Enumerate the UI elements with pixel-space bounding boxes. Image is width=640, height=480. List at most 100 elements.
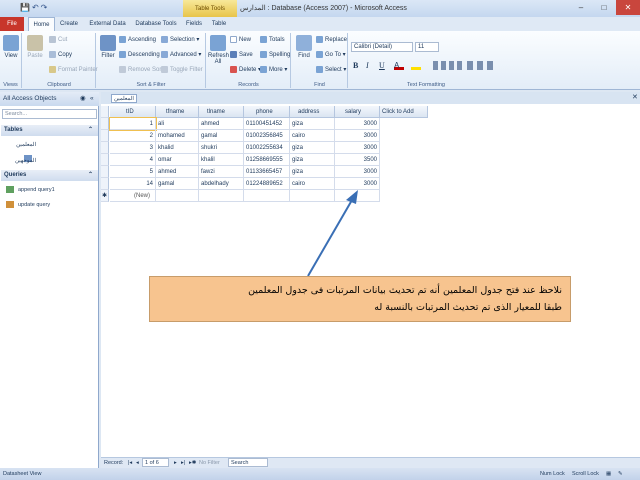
nav-table-item[interactable]: الموجهين bbox=[6, 154, 36, 179]
table-cell[interactable]: khalid bbox=[156, 142, 199, 154]
nav-query-item[interactable]: update query bbox=[6, 198, 50, 212]
new-record-nav-button[interactable]: ▸✱ bbox=[189, 458, 196, 468]
toggle-filter-button[interactable]: Toggle Filter bbox=[161, 66, 203, 73]
tab-table[interactable]: Table bbox=[208, 17, 230, 31]
design-view-icon[interactable]: ✎ bbox=[618, 468, 623, 480]
collapse-icon[interactable]: « bbox=[90, 92, 94, 106]
italic-button[interactable]: I bbox=[366, 61, 369, 70]
table-cell[interactable]: 01002356845 bbox=[244, 130, 290, 142]
view-button[interactable]: View bbox=[2, 35, 20, 59]
replace-button[interactable]: Replace bbox=[316, 36, 347, 43]
nav-header[interactable]: All Access Objects ◉ « bbox=[0, 92, 99, 106]
delete-record-button[interactable]: Delete ▾ bbox=[230, 66, 261, 73]
close-button[interactable]: ✕ bbox=[616, 0, 640, 15]
selection-button[interactable]: Selection ▾ bbox=[161, 36, 199, 43]
paste-button[interactable]: Paste bbox=[25, 35, 45, 59]
column-header[interactable]: salary bbox=[335, 106, 380, 118]
column-header[interactable]: address bbox=[290, 106, 335, 118]
table-cell[interactable]: ahmed bbox=[156, 166, 199, 178]
table-cell[interactable]: giza bbox=[290, 154, 335, 166]
copy-button[interactable]: Copy bbox=[49, 51, 72, 58]
table-cell[interactable] bbox=[199, 190, 244, 202]
nav-section-queries[interactable]: Queries ⌃ bbox=[1, 170, 98, 181]
tab-external-data[interactable]: External Data bbox=[85, 17, 130, 31]
nav-search-input[interactable]: Search... bbox=[2, 109, 97, 119]
filter-button[interactable]: Filter bbox=[99, 35, 117, 59]
table-cell[interactable]: gamal bbox=[156, 178, 199, 190]
row-selector[interactable] bbox=[101, 166, 109, 178]
table-cell[interactable]: 01224889652 bbox=[244, 178, 290, 190]
datasheet-view-icon[interactable]: ▦ bbox=[606, 468, 611, 480]
highlight-icon[interactable] bbox=[411, 61, 421, 70]
quick-access-toolbar[interactable]: 💾↶↷ bbox=[20, 3, 49, 12]
table-cell[interactable]: cairo bbox=[290, 130, 335, 142]
nav-query-item[interactable]: append query1 bbox=[6, 183, 55, 197]
remove-sort-button[interactable]: Remove Sort bbox=[119, 66, 163, 73]
table-cell[interactable]: 3 bbox=[110, 142, 156, 154]
no-filter-button[interactable]: No Filter bbox=[199, 458, 220, 468]
table-cell[interactable]: 3000 bbox=[335, 142, 380, 154]
table-cell[interactable]: giza bbox=[290, 118, 335, 130]
refresh-all-button[interactable]: Refresh All bbox=[208, 35, 229, 65]
table-cell[interactable] bbox=[244, 190, 290, 202]
new-row-cell[interactable]: (New) bbox=[110, 190, 156, 202]
nav-section-tables[interactable]: Tables ⌃ bbox=[1, 125, 98, 136]
font-name-select[interactable]: Calibri (Detail) bbox=[351, 42, 413, 52]
table-cell[interactable]: ali bbox=[156, 118, 199, 130]
format-painter-button[interactable]: Format Painter bbox=[49, 66, 98, 73]
table-cell[interactable]: 3500 bbox=[335, 154, 380, 166]
font-size-select[interactable]: 11 bbox=[415, 42, 439, 52]
save-record-button[interactable]: Save bbox=[230, 51, 253, 58]
maximize-button[interactable]: □ bbox=[593, 0, 615, 15]
column-header[interactable]: tID bbox=[110, 106, 156, 118]
table-cell[interactable]: 01002255634 bbox=[244, 142, 290, 154]
table-row[interactable]: 5 ahmed fawzi 01133665457 giza 3000 bbox=[101, 166, 431, 178]
tab-home[interactable]: Home bbox=[28, 17, 55, 31]
bold-button[interactable]: B bbox=[353, 61, 358, 70]
table-cell[interactable]: 3000 bbox=[335, 130, 380, 142]
table-row[interactable]: 4 omar khalil 01258669555 giza 3500 bbox=[101, 154, 431, 166]
new-record-row[interactable]: ✱ (New) bbox=[101, 190, 431, 202]
new-record-button[interactable]: New bbox=[230, 36, 251, 43]
table-cell[interactable]: 3000 bbox=[335, 178, 380, 190]
table-cell[interactable]: 2 bbox=[110, 130, 156, 142]
column-header[interactable]: tfname bbox=[156, 106, 199, 118]
table-row[interactable]: 1 ali ahmed 01100451452 giza 3000 bbox=[101, 117, 431, 131]
totals-button[interactable]: Totals bbox=[260, 36, 285, 43]
table-cell[interactable]: cairo bbox=[290, 178, 335, 190]
table-cell[interactable]: fawzi bbox=[199, 166, 244, 178]
table-cell[interactable]: shukri bbox=[199, 142, 244, 154]
column-header[interactable]: Click to Add bbox=[380, 106, 428, 118]
table-cell[interactable]: mohamed bbox=[156, 130, 199, 142]
alignment-icons[interactable] bbox=[433, 61, 463, 70]
nav-table-item[interactable]: المعلمين bbox=[6, 138, 36, 163]
prev-record-button[interactable]: ◂ bbox=[136, 458, 139, 468]
tab-create[interactable]: Create bbox=[58, 17, 80, 31]
column-header[interactable]: tlname bbox=[199, 106, 244, 118]
table-cell[interactable]: 14 bbox=[110, 178, 156, 190]
goto-button[interactable]: Go To ▾ bbox=[316, 51, 346, 58]
font-color-icon[interactable]: A bbox=[394, 61, 404, 70]
row-selector[interactable] bbox=[101, 130, 109, 142]
table-cell[interactable]: 01100451452 bbox=[244, 118, 290, 130]
select-button[interactable]: Select ▾ bbox=[316, 66, 346, 73]
record-search-input[interactable]: Search bbox=[228, 458, 268, 467]
collapse-section-icon[interactable]: ⌃ bbox=[88, 125, 93, 136]
row-selector[interactable] bbox=[101, 118, 109, 130]
chevron-down-icon[interactable]: ◉ bbox=[80, 92, 86, 106]
descending-button[interactable]: Descending bbox=[119, 51, 160, 58]
next-record-button[interactable]: ▸ bbox=[174, 458, 177, 468]
select-all-cell[interactable] bbox=[101, 106, 109, 118]
table-cell[interactable]: gamal bbox=[199, 130, 244, 142]
advanced-button[interactable]: Advanced ▾ bbox=[161, 51, 201, 58]
document-tab[interactable]: المعلمين bbox=[111, 94, 137, 103]
table-cell[interactable]: 3000 bbox=[335, 166, 380, 178]
table-cell[interactable]: 4 bbox=[110, 154, 156, 166]
underline-button[interactable]: U bbox=[379, 61, 385, 70]
table-cell[interactable]: 3000 bbox=[335, 118, 380, 130]
table-cell[interactable]: omar bbox=[156, 154, 199, 166]
first-record-button[interactable]: |◂ bbox=[128, 458, 132, 468]
tab-database-tools[interactable]: Database Tools bbox=[132, 17, 180, 31]
table-row[interactable]: 2 mohamed gamal 01002356845 cairo 3000 bbox=[101, 130, 431, 142]
table-row[interactable]: 14 gamal abdelhady 01224889652 cairo 3000 bbox=[101, 178, 431, 190]
